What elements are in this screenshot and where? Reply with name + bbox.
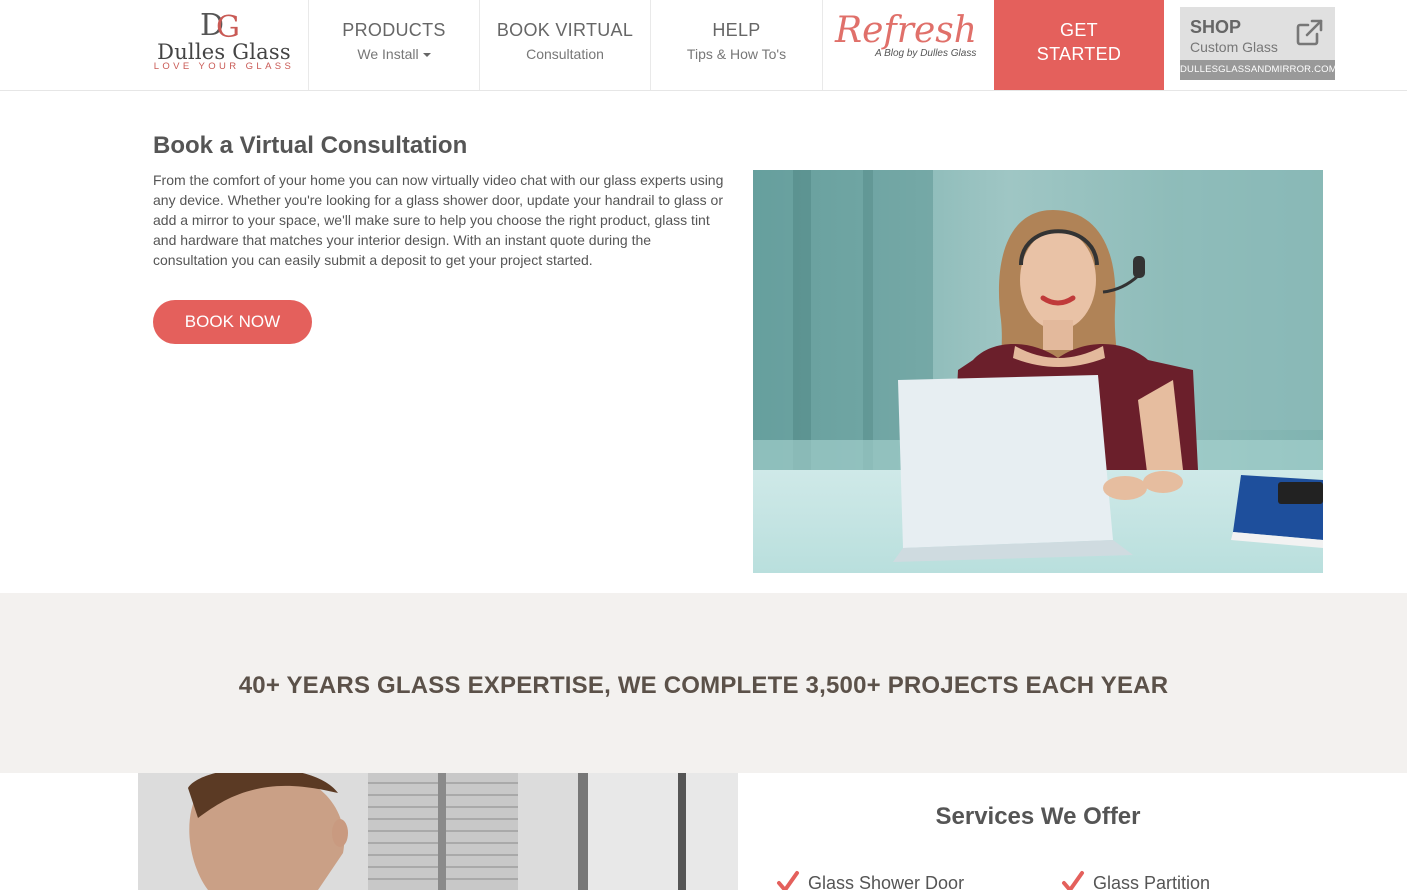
shop-url: DULLESGLASSANDMIRROR.COM — [1180, 60, 1337, 80]
consultation-title: Book a Virtual Consultation — [153, 132, 468, 159]
book-now-button[interactable]: BOOK NOW — [153, 300, 312, 344]
nav-products[interactable]: PRODUCTS We Install — [308, 0, 479, 90]
service-item: Glass Partition — [1061, 870, 1210, 890]
get-started-line1: GET — [1060, 20, 1098, 40]
nav-help-sub: Tips & How To's — [686, 46, 787, 62]
get-started-button[interactable]: GET STARTED — [994, 0, 1164, 90]
svg-text:G: G — [216, 10, 240, 40]
nav-products-sub: We Install — [309, 46, 479, 62]
service-item: Glass Shower Door — [776, 870, 964, 890]
services-title: Services We Offer — [935, 803, 1141, 830]
get-started-line2: STARTED — [1036, 44, 1122, 64]
nav-products-title: PRODUCTS — [342, 20, 446, 40]
consultation-body: From the comfort of your home you can no… — [153, 172, 724, 268]
nav-book-virtual-title: BOOK VIRTUAL — [496, 20, 634, 40]
checkmark-icon — [1062, 871, 1084, 890]
shop-sub: Custom Glass — [1190, 39, 1278, 55]
refresh-blog-link[interactable]: Refresh A Blog by Dulles Glass — [822, 0, 994, 90]
checkmark-icon — [777, 871, 799, 890]
dulles-glass-logo[interactable]: D G Dulles Glass LOVE YOUR GLASS — [140, 0, 308, 90]
stats-headline: 40+ YEARS GLASS EXPERTISE, WE COMPLETE 3… — [238, 672, 1169, 699]
shop-title: SHOP — [1190, 17, 1242, 37]
caret-down-icon — [422, 53, 431, 58]
nav-book-virtual-sub: Consultation — [526, 46, 604, 62]
shop-custom-glass-button[interactable]: SHOP Custom Glass DULLESGLASSANDMIRROR.C… — [1180, 7, 1337, 80]
nav-book-virtual[interactable]: BOOK VIRTUAL Consultation — [479, 0, 650, 90]
nav-products-sub-label: We Install — [357, 46, 419, 62]
site-header: D G Dulles Glass LOVE YOUR GLASS PRODUCT… — [0, 0, 1407, 91]
nav-help[interactable]: HELP Tips & How To's — [650, 0, 822, 90]
dg-monogram-logo: D G — [200, 8, 240, 40]
consultant-photo — [753, 170, 1323, 573]
nav-help-title: HELP — [712, 20, 761, 40]
stats-band: 40+ YEARS GLASS EXPERTISE, WE COMPLETE 3… — [0, 593, 1407, 773]
blog-logo-script: Refresh — [835, 10, 977, 51]
blog-tagline: A Blog by Dulles Glass — [875, 48, 977, 59]
service-label: Glass Partition — [1093, 873, 1211, 890]
logo-tagline: LOVE YOUR GLASS — [153, 61, 295, 72]
external-link-icon — [1296, 19, 1323, 46]
services-photo — [138, 773, 738, 890]
service-label: Glass Shower Door — [808, 873, 965, 890]
